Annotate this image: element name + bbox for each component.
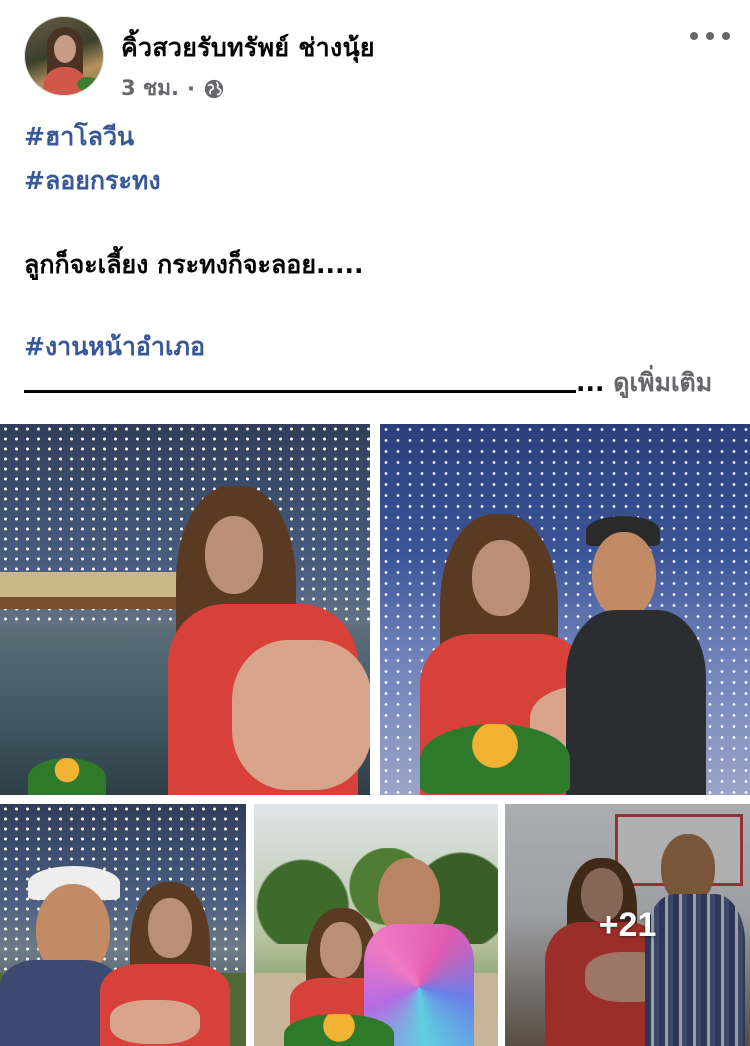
photo-grid: +21 — [0, 424, 750, 1046]
post-meta: 3 ชม. · — [121, 72, 225, 105]
post-header: คิ้วสวยรับทรัพย์ ช่างนุ้ย 3 ชม. · — [0, 0, 750, 110]
krathong-float — [284, 1014, 394, 1046]
caption-ellipsis: ... — [576, 368, 605, 397]
underscore-line — [24, 389, 576, 393]
krathong-float — [420, 724, 570, 794]
post-timestamp[interactable]: 3 ชม. — [121, 72, 179, 105]
hashtag-district-event[interactable]: #งานหน้าอำเภอ — [24, 334, 205, 359]
photo-2[interactable] — [380, 424, 750, 795]
author-avatar[interactable] — [24, 16, 104, 96]
globe-icon[interactable] — [203, 78, 225, 100]
caption-divider: ... ดูเพิ่มเติม — [24, 370, 712, 395]
hashtag-halloween[interactable]: #ฮาโลวีน — [24, 124, 134, 149]
photo-4[interactable] — [254, 804, 498, 1046]
caption-body: ลูกก็จะเลี้ยง กระทงก็จะลอย..... — [24, 250, 364, 279]
author-name[interactable]: คิ้วสวยรับทรัพย์ ช่างนุ้ย — [121, 28, 375, 68]
more-photos-count: +21 — [598, 905, 657, 944]
photo-5[interactable]: +21 — [505, 804, 750, 1046]
photo-3[interactable] — [0, 804, 246, 1046]
more-options-icon[interactable] — [690, 26, 730, 46]
photo-1[interactable] — [0, 424, 370, 795]
krathong-float — [28, 758, 106, 795]
more-photos-overlay[interactable]: +21 — [505, 804, 750, 1046]
see-more-link[interactable]: ดูเพิ่มเติม — [613, 368, 712, 397]
hashtag-loy-krathong[interactable]: #ลอยกระทง — [24, 168, 161, 193]
meta-separator: · — [187, 76, 195, 101]
